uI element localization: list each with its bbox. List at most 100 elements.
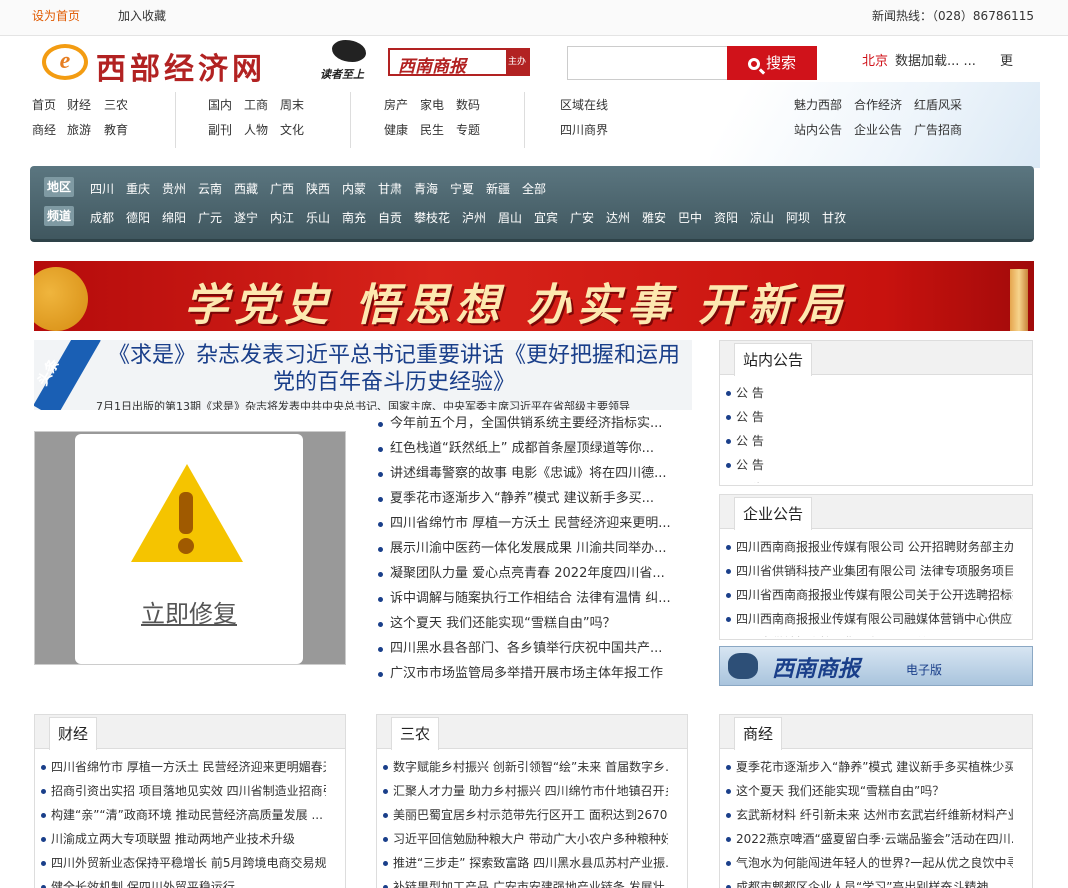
e-edition-banner[interactable]: 西南商报 电子版 (719, 646, 1033, 686)
nav-link[interactable]: 工商 (244, 96, 268, 113)
finance-item[interactable]: 构建“亲”“清”政商环境 推动民营经济高质量发展 ... (41, 805, 326, 829)
nav-link[interactable]: 专题 (456, 121, 480, 138)
site-notice-item[interactable]: 公 告 (726, 479, 1013, 483)
nav-link[interactable]: 数码 (456, 96, 480, 113)
news-item[interactable]: 展示川渝中医药一体化发展成果 川渝共同举办... (376, 539, 688, 564)
commerce-item[interactable]: 这个夏天 我们还能实现“雪糕自由”吗？ (726, 781, 1013, 805)
nav-link[interactable]: 文化 (280, 121, 304, 138)
finance-item[interactable]: 四川外贸新业态保持平稳增长 前5月跨境电商交易规模... (41, 853, 326, 877)
nav-link[interactable]: 民生 (420, 121, 444, 138)
channel-link[interactable]: 达州 (606, 209, 630, 226)
channel-link[interactable]: 凉山 (750, 209, 774, 226)
agri-item[interactable]: 补链果型加工产品 广安市安建强地产业链条 发展壮... (383, 877, 668, 888)
nav-link[interactable]: 家电 (420, 96, 444, 113)
channel-link[interactable]: 资阳 (714, 209, 738, 226)
channel-link[interactable]: 宜宾 (534, 209, 558, 226)
site-notice-item[interactable]: 公 告 (726, 455, 1013, 479)
commerce-tab[interactable]: 商经 (734, 717, 783, 750)
corp-notice-item[interactable]: 四川西南商报报业传媒有限公司 公开招聘财务部主办会... (726, 537, 1013, 561)
site-name[interactable]: 西部经济网 (96, 44, 266, 88)
party-history-banner[interactable]: 学党史 悟思想 办实事 开新局 (34, 261, 1034, 331)
headline-block[interactable]: 头条 《求是》杂志发表习近平总书记重要讲话《更好把握和运用党的百年奋斗历史经验》… (34, 340, 692, 410)
nav-link[interactable]: 旅游 (67, 121, 91, 138)
news-item[interactable]: 今年前五个月，全国供销系统主要经济指标实... (376, 414, 688, 439)
search-button[interactable]: 搜索 (727, 46, 817, 80)
nav-link[interactable]: 区域在线 (560, 96, 608, 113)
agri-tab[interactable]: 三农 (391, 717, 440, 750)
commerce-item[interactable]: 2022燕京啤酒“盛夏留白季·云端品鉴会”活动在四川... (726, 829, 1013, 853)
region-link[interactable]: 全部 (522, 180, 546, 197)
set-home-link[interactable]: 设为首页 (32, 7, 80, 24)
search-input[interactable] (567, 46, 727, 80)
corp-notice-tab[interactable]: 企业公告 (734, 497, 813, 530)
corp-notice-item[interactable]: 四川省供销科技产业集团有限公司 法律专项服务项目比... (726, 561, 1013, 585)
site-notice-tab[interactable]: 站内公告 (734, 343, 813, 376)
nav-link[interactable]: 广告招商 (914, 121, 962, 138)
partner-logo[interactable]: 西南商报 主办 (388, 48, 530, 77)
finance-item[interactable]: 川渝成立两大专项联盟 推动两地产业技术升级 (41, 829, 326, 853)
corp-notice-item[interactable]: 四川省西南商报报业传媒有限公司关于公开选聘招标技... (726, 585, 1013, 609)
finance-item[interactable]: 四川省绵竹市 厚植一方沃土 民营经济迎来更明媚春天 (41, 757, 326, 781)
region-link[interactable]: 陕西 (306, 180, 330, 197)
nav-link[interactable]: 健康 (384, 121, 408, 138)
repair-link[interactable]: 立即修复 (75, 594, 303, 629)
weather-more-link[interactable]: 更 (1000, 50, 1013, 69)
corp-notice-item[interactable]: 四川西南商报报业传媒有限公司融媒体营销中心供应商... (726, 609, 1013, 633)
commerce-item[interactable]: 夏季花市逐渐步入“静养”模式 建议新手多买植株少买花 (726, 757, 1013, 781)
agri-item[interactable]: 美丽巴蜀宜居乡村示范带先行区开工 面积达到2670平... (383, 805, 668, 829)
agri-item[interactable]: 习近平回信勉励种粮大户 带动广大小农户多种粮种好粮... (383, 829, 668, 853)
channel-link[interactable]: 成都 (90, 209, 114, 226)
nav-link[interactable]: 合作经济 (854, 96, 902, 113)
channel-link[interactable]: 阿坝 (786, 209, 810, 226)
channel-link[interactable]: 自贡 (378, 209, 402, 226)
channel-link[interactable]: 南充 (342, 209, 366, 226)
channel-link[interactable]: 广元 (198, 209, 222, 226)
region-link[interactable]: 重庆 (126, 180, 150, 197)
finance-tab[interactable]: 财经 (49, 717, 98, 750)
nav-link[interactable]: 站内公告 (794, 121, 842, 138)
site-notice-item[interactable]: 公 告 (726, 383, 1013, 407)
nav-link[interactable]: 房产 (384, 96, 408, 113)
commerce-item[interactable]: 成都市郫都区企业人员“学习”高出别样奋斗精神 (726, 877, 1013, 888)
region-link[interactable]: 贵州 (162, 180, 186, 197)
site-logo-icon[interactable]: e (42, 44, 88, 80)
agri-item[interactable]: 推进“三步走” 探索致富路 四川黑水县瓜苏村产业振... (383, 853, 668, 877)
channel-link[interactable]: 内江 (270, 209, 294, 226)
channel-link[interactable]: 乐山 (306, 209, 330, 226)
news-item[interactable]: 这个夏天 我们还能实现“雪糕自由”吗？ (376, 614, 688, 639)
commerce-item[interactable]: 气泡水为何能闯进年轻人的世界?一起从优之良饮中寻找... (726, 853, 1013, 877)
headline-title[interactable]: 《求是》杂志发表习近平总书记重要讲话《更好把握和运用党的百年奋斗历史经验》 (104, 342, 684, 396)
news-item[interactable]: 讲述缉毒警察的故事 电影《忠诚》将在四川德... (376, 464, 688, 489)
nav-link[interactable]: 教育 (104, 121, 128, 138)
nav-link[interactable]: 四川商界 (560, 121, 608, 138)
nav-link[interactable]: 国内 (208, 96, 232, 113)
channel-link[interactable]: 遂宁 (234, 209, 258, 226)
commerce-item[interactable]: 玄武新材料 纤引新未来 达州市玄武岩纤维新材料产业... (726, 805, 1013, 829)
nav-link[interactable]: 人物 (244, 121, 268, 138)
channel-link[interactable]: 德阳 (126, 209, 150, 226)
news-item[interactable]: 诉中调解与随案执行工作相结合 法律有温情 纠... (376, 589, 688, 614)
news-item[interactable]: 广汉市市场监管局多举措开展市场主体年报工作 (376, 664, 688, 689)
region-link[interactable]: 四川 (90, 180, 114, 197)
channel-link[interactable]: 雅安 (642, 209, 666, 226)
region-link[interactable]: 甘肃 (378, 180, 402, 197)
channel-link[interactable]: 甘孜 (822, 209, 846, 226)
weather-city[interactable]: 北京 (862, 50, 888, 69)
site-notice-item[interactable]: 公 告 (726, 431, 1013, 455)
channel-link[interactable]: 眉山 (498, 209, 522, 226)
channel-link[interactable]: 泸州 (462, 209, 486, 226)
news-item[interactable]: 四川黑水县各部门、各乡镇举行庆祝中国共产... (376, 639, 688, 664)
channel-link[interactable]: 巴中 (678, 209, 702, 226)
channel-link[interactable]: 攀枝花 (414, 209, 450, 226)
agri-item[interactable]: 汇聚人才力量 助力乡村振兴 四川绵竹市什地镇召开乡... (383, 781, 668, 805)
news-item[interactable]: 四川省绵竹市 厚植一方沃土 民营经济迎来更明... (376, 514, 688, 539)
region-link[interactable]: 广西 (270, 180, 294, 197)
region-link[interactable]: 西藏 (234, 180, 258, 197)
region-link[interactable]: 内蒙 (342, 180, 366, 197)
channel-link[interactable]: 绵阳 (162, 209, 186, 226)
region-link[interactable]: 新疆 (486, 180, 510, 197)
nav-link[interactable]: 商经 (32, 121, 56, 138)
news-item[interactable]: 凝聚团队力量 爱心点亮青春 2022年度四川省... (376, 564, 688, 589)
news-item[interactable]: 红色栈道“跃然纸上” 成都首条屋顶绿道等你... (376, 439, 688, 464)
channel-link[interactable]: 广安 (570, 209, 594, 226)
